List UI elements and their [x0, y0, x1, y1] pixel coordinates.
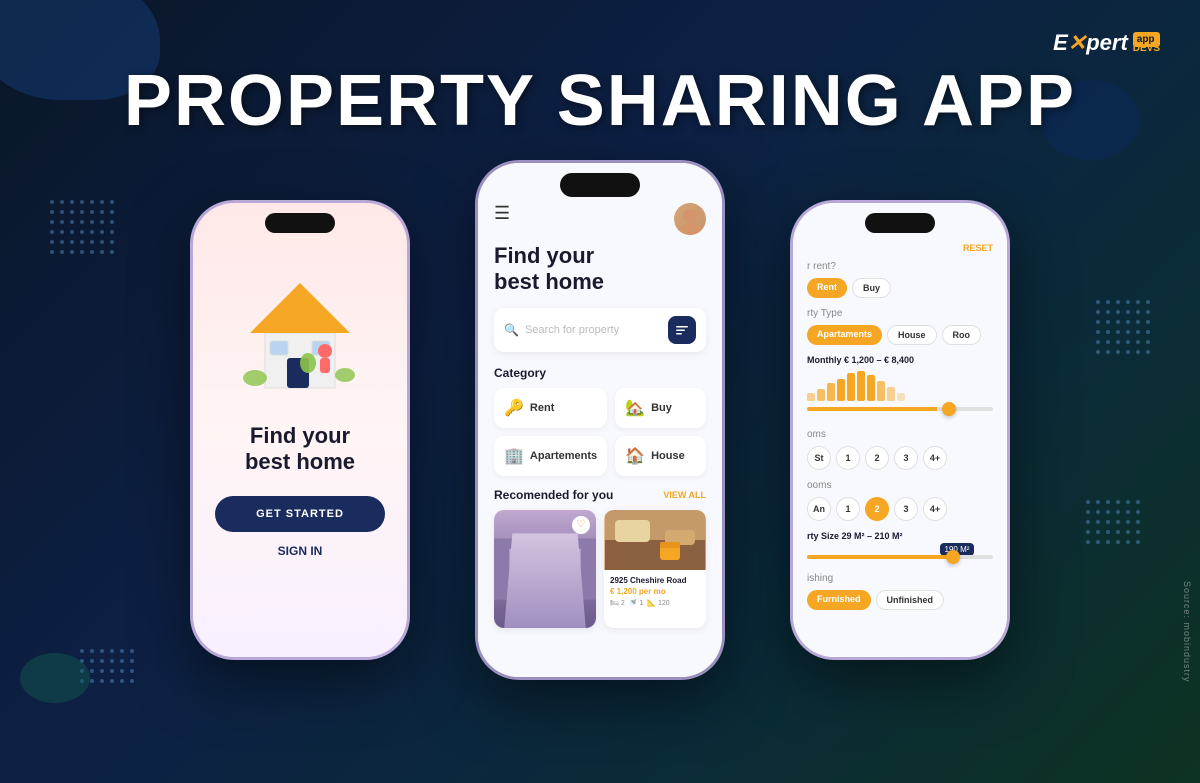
buy-icon: 🏡 [625, 398, 645, 418]
bathrooms-label: ooms [807, 480, 993, 491]
main-title-area: PROPERTY SHARING APP [124, 60, 1076, 142]
bedroom-options: St 1 2 3 4+ [807, 446, 993, 470]
filter-button[interactable] [668, 316, 696, 344]
category-buy-label: Buy [651, 402, 672, 414]
center-header: ☰ [494, 203, 706, 235]
filter-rent-type: r rent? Rent Buy [807, 261, 993, 298]
avatar [674, 203, 706, 235]
favorite-icon-1[interactable]: ♡ [572, 516, 590, 534]
property-price-2: € 1,200 per mo [610, 587, 700, 596]
category-buy[interactable]: 🏡 Buy [615, 388, 706, 428]
property-address-2: 2925 Cheshire Road [610, 576, 700, 585]
dots-right-bottom [1086, 500, 1140, 544]
right-phone-content: RESET r rent? Rent Buy rty Type Apartame… [793, 203, 1007, 657]
property-image-1: ♡ [494, 510, 596, 628]
left-phone-title: Find your best home [245, 423, 355, 476]
category-house[interactable]: 🏠 House [615, 436, 706, 476]
logo-devs-text: DEVS [1133, 43, 1160, 54]
view-all-button[interactable]: VIEW ALL [663, 490, 706, 500]
left-phone-content: Find your best home GET STARTED SIGN IN [193, 203, 407, 657]
for-rent-label: r rent? [807, 261, 993, 272]
bathroom-4plus[interactable]: 4+ [923, 497, 947, 521]
house-chip[interactable]: House [887, 325, 937, 345]
filter-price: Monthly € 1,200 – € 8,400 [807, 355, 993, 411]
logo-expert-text: E✕pert [1053, 30, 1128, 56]
bedrooms-label: oms [807, 429, 993, 440]
price-range-slider[interactable] [807, 407, 993, 411]
phones-container: Find your best home GET STARTED SIGN IN … [150, 160, 1050, 740]
rent-chip[interactable]: Rent [807, 278, 847, 298]
bathroom-3[interactable]: 3 [894, 497, 918, 521]
bedroom-4plus[interactable]: 4+ [923, 446, 947, 470]
house-icon: 🏠 [625, 446, 645, 466]
property-cards: ♡ 140 Leroy Lane, Stockholm € 1,200 per … [494, 510, 706, 628]
rent-icon: 🔑 [504, 398, 524, 418]
recommended-label: Recomended for you [494, 488, 613, 502]
bedroom-1[interactable]: 1 [836, 446, 860, 470]
filter-bedrooms: oms St 1 2 3 4+ [807, 429, 993, 470]
phone-center-notch [560, 173, 640, 197]
furnishing-label: ishing [807, 573, 993, 584]
size-range-label: rty Size 29 M² – 210 M² [807, 531, 993, 541]
filter-size: rty Size 29 M² – 210 M² 190 M² [807, 531, 993, 559]
property-type-label: rty Type [807, 308, 993, 319]
dots-left [50, 200, 114, 254]
dots-right-top [1096, 300, 1150, 354]
range-thumb[interactable] [942, 402, 956, 416]
furnished-chip[interactable]: Furnished [807, 590, 871, 610]
filter-property-type: rty Type Apartaments House Roo [807, 308, 993, 345]
phone-center: ☰ Find your best home 🔍 Search for prope… [475, 160, 725, 680]
apartments-chip[interactable]: Apartaments [807, 325, 882, 345]
room-chip[interactable]: Roo [942, 325, 982, 345]
logo-area: E✕pert app DEVS [1053, 30, 1160, 56]
buy-chip[interactable]: Buy [852, 278, 891, 298]
bathroom-any[interactable]: An [807, 497, 831, 521]
property-image-2 [604, 510, 706, 570]
sign-in-link[interactable]: SIGN IN [278, 544, 323, 558]
property-meta-2: 🛏 2 🚿 1 📐 120 [610, 599, 700, 607]
property-card-2[interactable]: 2925 Cheshire Road € 1,200 per mo 🛏 2 🚿 … [604, 510, 706, 628]
menu-icon[interactable]: ☰ [494, 203, 510, 224]
search-icon: 🔍 [504, 323, 519, 337]
bathroom-1[interactable]: 1 [836, 497, 860, 521]
bedroom-studio[interactable]: St [807, 446, 831, 470]
phone-right-notch [865, 213, 935, 233]
phone-left-notch [265, 213, 335, 233]
property-card-1[interactable]: ♡ 140 Leroy Lane, Stockholm € 1,200 per … [494, 510, 596, 628]
apartment-icon: 🏢 [504, 446, 524, 466]
main-title-text: PROPERTY SHARING APP [124, 60, 1076, 142]
right-header: RESET [807, 243, 993, 253]
phone-left: Find your best home GET STARTED SIGN IN [190, 200, 410, 660]
category-rent-label: Rent [530, 402, 554, 414]
center-phone-content: ☰ Find your best home 🔍 Search for prope… [478, 163, 722, 677]
category-grid: 🔑 Rent 🏡 Buy 🏢 Apartements 🏠 House [494, 388, 706, 476]
search-placeholder-text: Search for property [525, 324, 662, 336]
bathroom-2[interactable]: 2 [865, 497, 889, 521]
size-range-thumb[interactable] [946, 550, 960, 564]
category-apartments-label: Apartements [530, 450, 597, 462]
house-illustration [230, 263, 370, 403]
bedroom-3[interactable]: 3 [894, 446, 918, 470]
bathroom-options: An 1 2 3 4+ [807, 497, 993, 521]
unfurnished-chip[interactable]: Unfinished [876, 590, 945, 610]
source-text: Source: mobindustry [1182, 581, 1192, 683]
reset-button[interactable]: RESET [963, 243, 993, 253]
category-label: Category [494, 366, 706, 380]
get-started-button[interactable]: GET STARTED [215, 496, 385, 532]
bedroom-2[interactable]: 2 [865, 446, 889, 470]
furnish-options: Furnished Unfinished [807, 590, 993, 610]
phone-right: RESET r rent? Rent Buy rty Type Apartame… [790, 200, 1010, 660]
recommended-header: Recomended for you VIEW ALL [494, 488, 706, 502]
category-apartments[interactable]: 🏢 Apartements [494, 436, 607, 476]
price-range-label: Monthly € 1,200 – € 8,400 [807, 355, 993, 365]
filter-bathrooms: ooms An 1 2 3 4+ [807, 480, 993, 521]
category-rent[interactable]: 🔑 Rent [494, 388, 607, 428]
filter-furnishing: ishing Furnished Unfinished [807, 573, 993, 610]
teal-blob [20, 653, 90, 703]
search-bar[interactable]: 🔍 Search for property [494, 308, 706, 352]
center-phone-title: Find your best home [494, 243, 706, 296]
category-house-label: House [651, 450, 685, 462]
size-range-slider[interactable] [807, 555, 993, 559]
